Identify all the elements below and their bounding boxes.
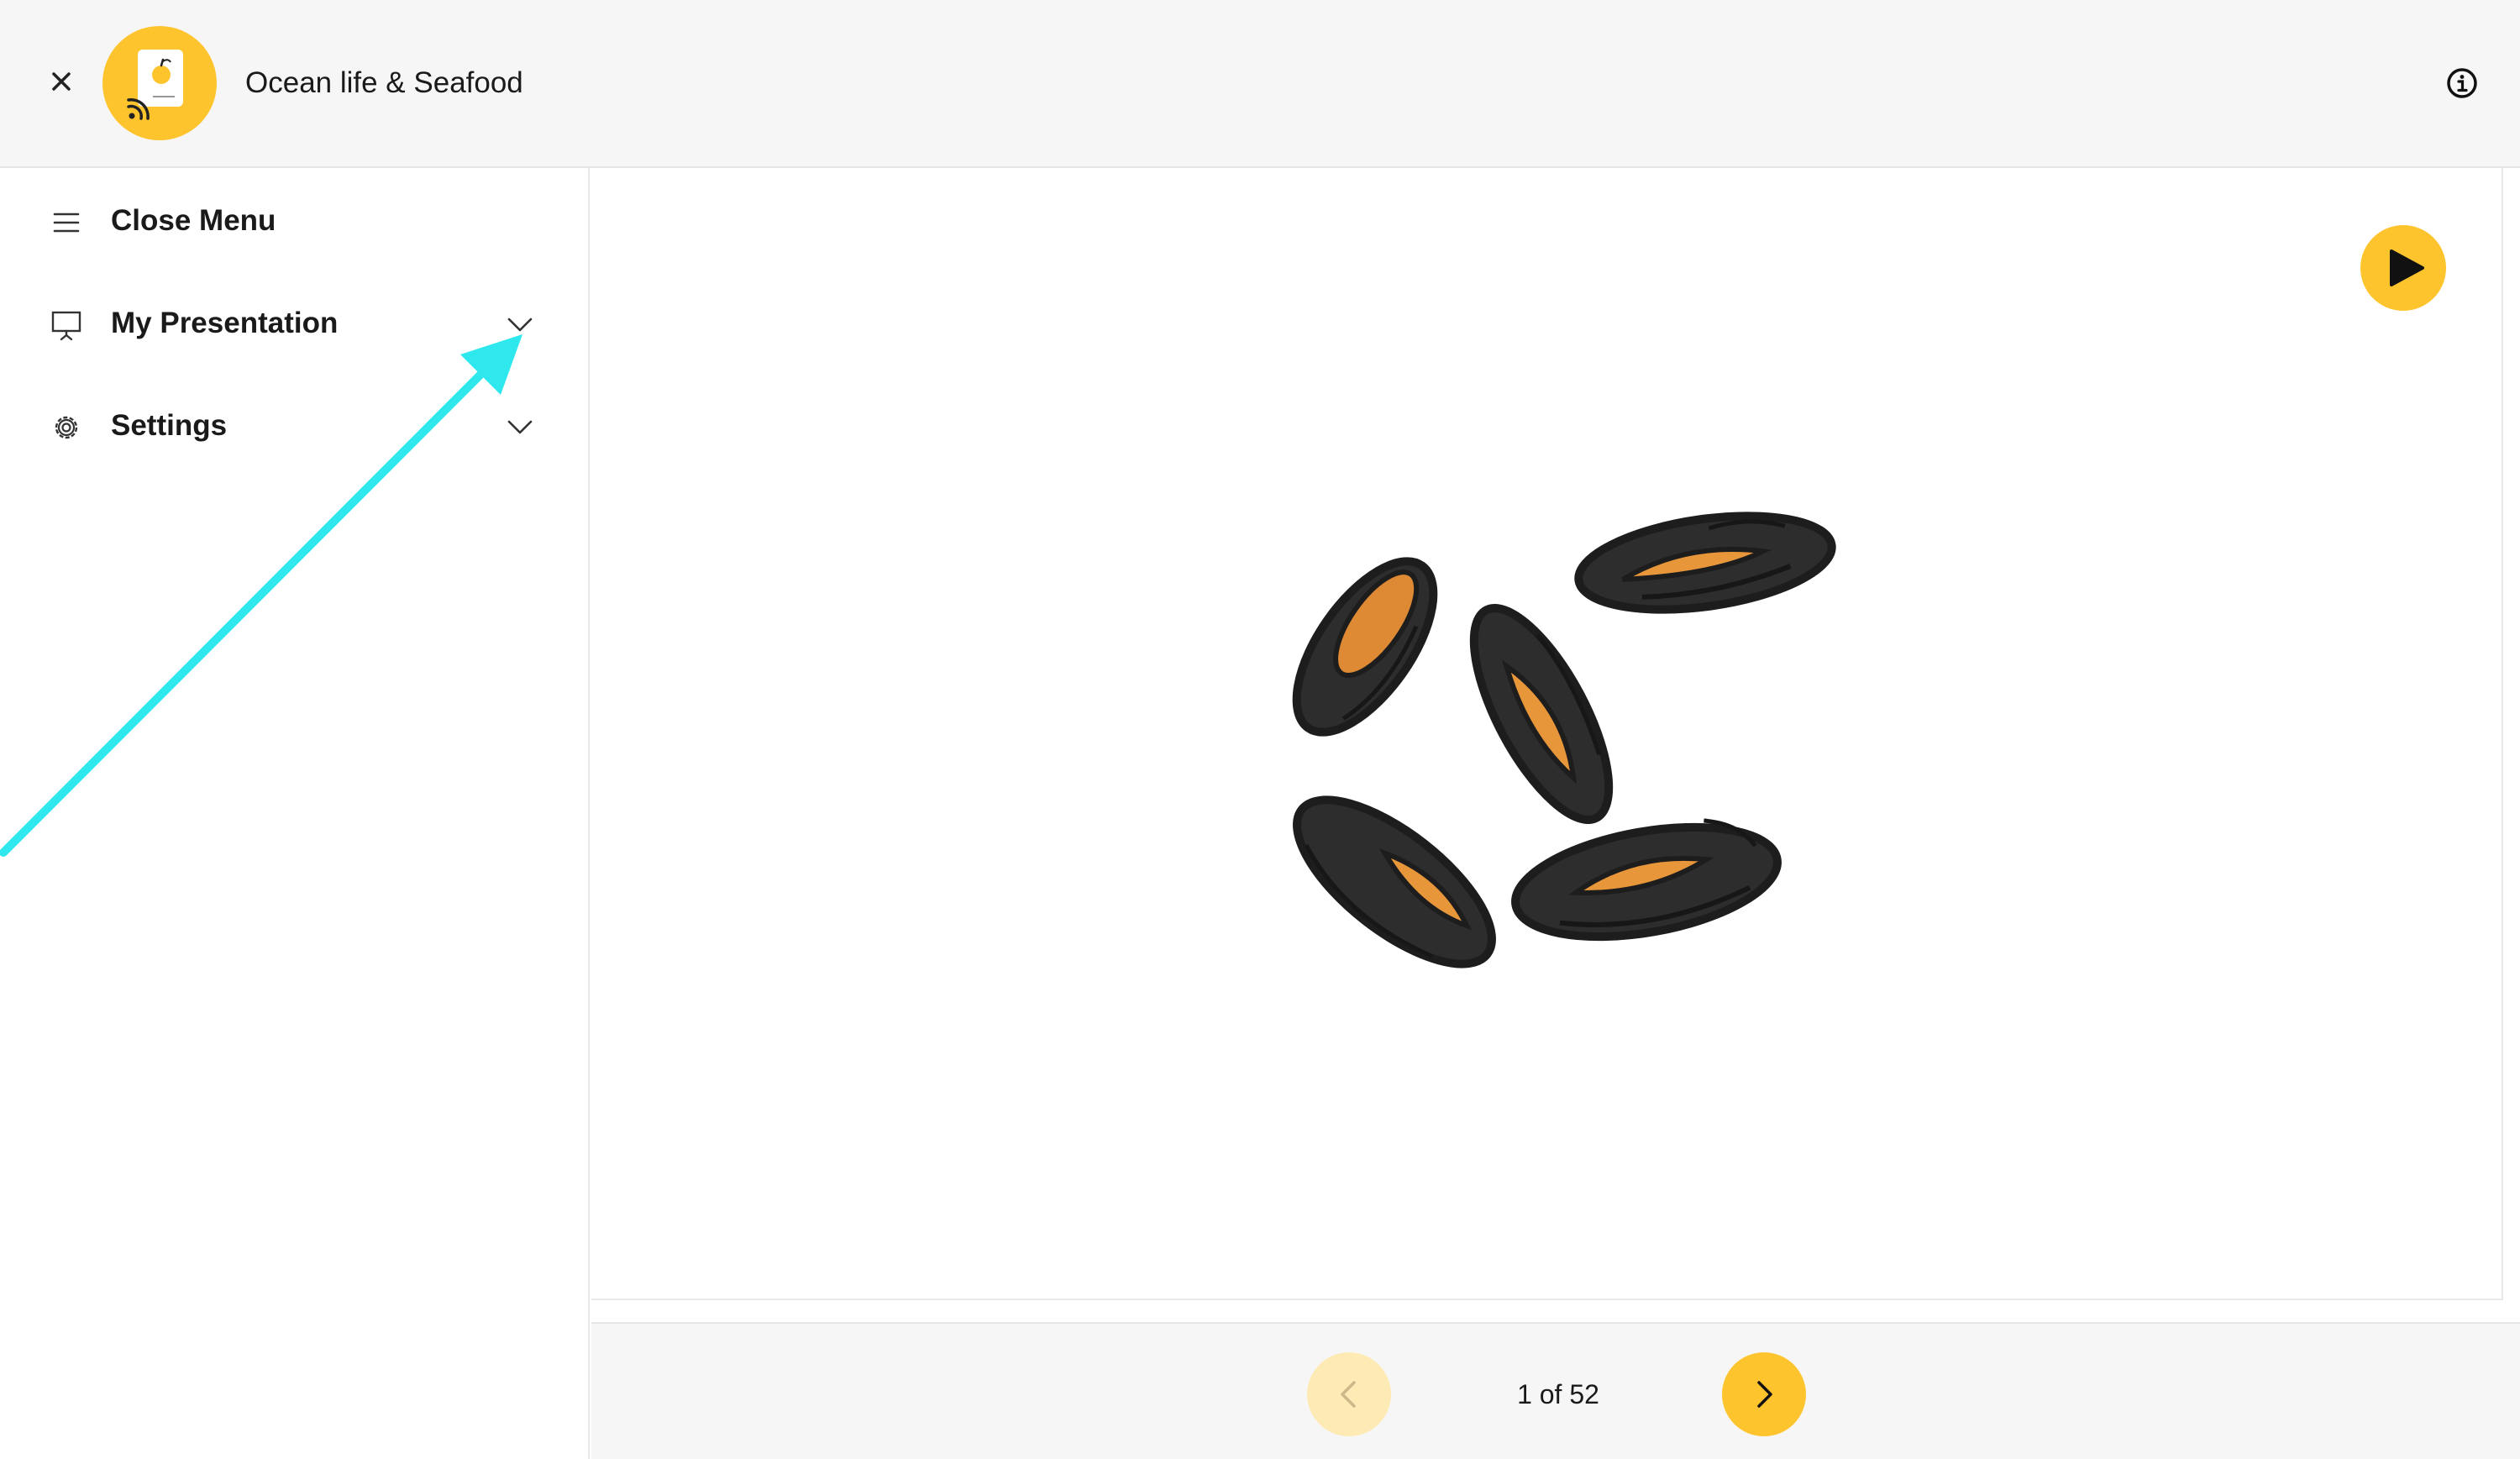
close-icon[interactable] — [44, 64, 79, 99]
sidebar-item-label: Settings — [111, 409, 228, 442]
sidebar-menu: Close Menu My Presentation Settings — [0, 168, 590, 1459]
mussels-illustration — [1292, 512, 1836, 968]
sidebar-item-label: My Presentation — [111, 307, 339, 339]
play-icon — [2390, 249, 2424, 286]
page-counter: 1 of 52 — [1517, 1379, 1599, 1409]
presentation-screen-icon — [51, 311, 81, 341]
chevron-right-icon — [1757, 1381, 1772, 1408]
previous-slide-button[interactable] — [1307, 1352, 1391, 1436]
chevron-down-icon[interactable] — [502, 410, 538, 445]
info-icon[interactable] — [2444, 66, 2480, 101]
chevron-left-icon — [1341, 1381, 1356, 1408]
app-header: Ocean life & Seafood — [0, 0, 2520, 168]
sidebar-item-close-menu[interactable]: Close Menu — [0, 183, 590, 259]
app-title: Ocean life & Seafood — [245, 66, 523, 99]
gear-icon — [55, 416, 78, 439]
sidebar-item-label: Close Menu — [111, 204, 276, 237]
next-slide-button[interactable] — [1722, 1352, 1806, 1436]
play-button[interactable] — [2360, 225, 2446, 311]
hamburger-menu-icon — [53, 213, 80, 233]
sidebar-item-my-presentation[interactable]: My Presentation — [0, 286, 590, 361]
app-logo-icon — [102, 26, 217, 140]
chevron-down-icon[interactable] — [502, 307, 538, 343]
sidebar-item-settings[interactable]: Settings — [0, 388, 590, 464]
